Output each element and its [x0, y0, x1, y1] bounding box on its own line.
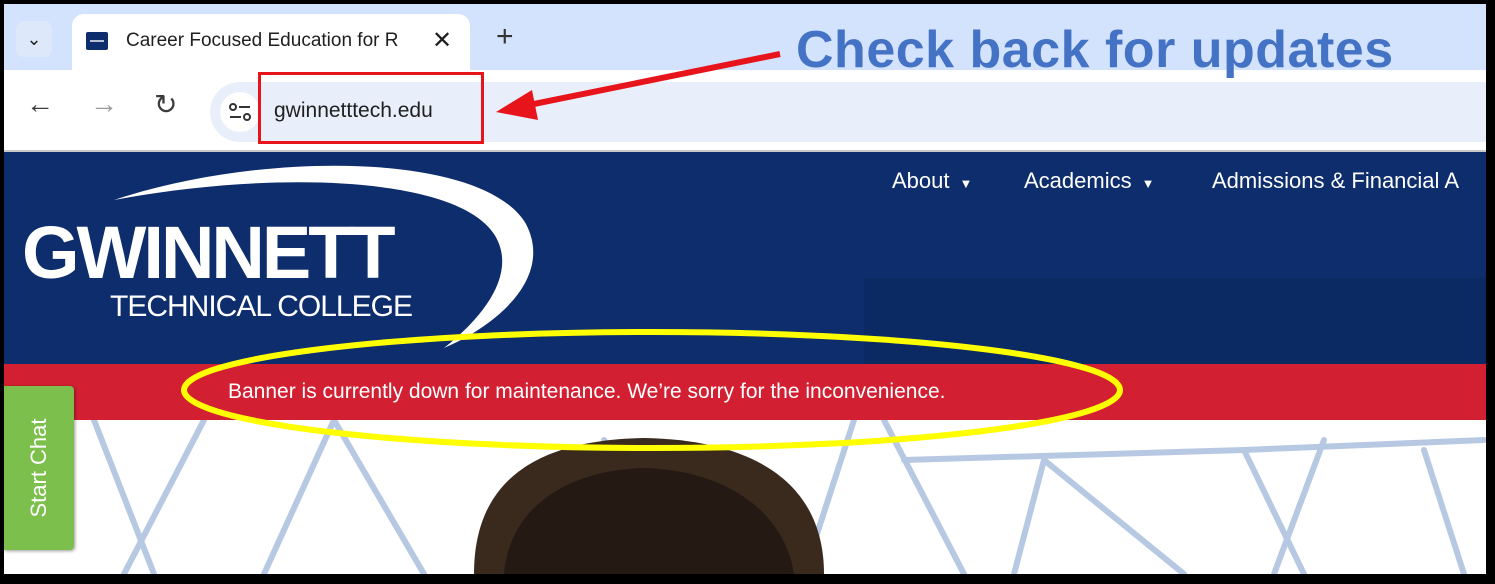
- browser-toolbar: ← → ↻ gwinnetttech.edu: [4, 70, 1486, 152]
- nav-academics[interactable]: Academics ▼: [1024, 168, 1154, 194]
- main-nav: [864, 278, 1486, 364]
- chevron-down-icon: ⌄: [26, 28, 42, 49]
- reload-icon[interactable]: ↻: [154, 88, 177, 121]
- logo-wordmark[interactable]: GWINNETT: [22, 216, 396, 290]
- chat-label: Start Chat: [26, 418, 51, 518]
- tab-title: Career Focused Education for R: [126, 30, 399, 51]
- network-pattern-graphic: [91, 420, 1486, 574]
- nav-about[interactable]: About ▼: [892, 168, 972, 194]
- active-tab[interactable]: Career Focused Education for R ✕: [72, 14, 470, 70]
- nav-admissions[interactable]: Admissions & Financial A: [1212, 168, 1459, 194]
- callout-text: Check back for updates: [796, 21, 1394, 79]
- alert-message: Banner is currently down for maintenance…: [228, 380, 946, 403]
- forward-arrow-icon[interactable]: →: [90, 88, 118, 120]
- start-chat-button[interactable]: Start Chat: [4, 386, 74, 550]
- tab-search-button[interactable]: ⌄: [16, 21, 52, 57]
- back-arrow-icon[interactable]: ←: [26, 88, 54, 120]
- screenshot-frame: ⌄ Career Focused Education for R ✕ + ← →…: [4, 4, 1486, 574]
- caret-down-icon: ▼: [1141, 176, 1155, 191]
- close-icon[interactable]: ✕: [432, 26, 452, 55]
- hero-image: [4, 420, 1486, 574]
- url-highlight-box: [258, 72, 484, 144]
- logo-subtitle: TECHNICAL COLLEGE: [110, 290, 413, 323]
- new-tab-button[interactable]: +: [496, 20, 514, 54]
- site-info-icon[interactable]: [220, 92, 260, 132]
- favicon-icon: [86, 32, 108, 50]
- caret-down-icon: ▼: [959, 176, 973, 191]
- maintenance-alert-bar: Banner is currently down for maintenance…: [4, 364, 1486, 420]
